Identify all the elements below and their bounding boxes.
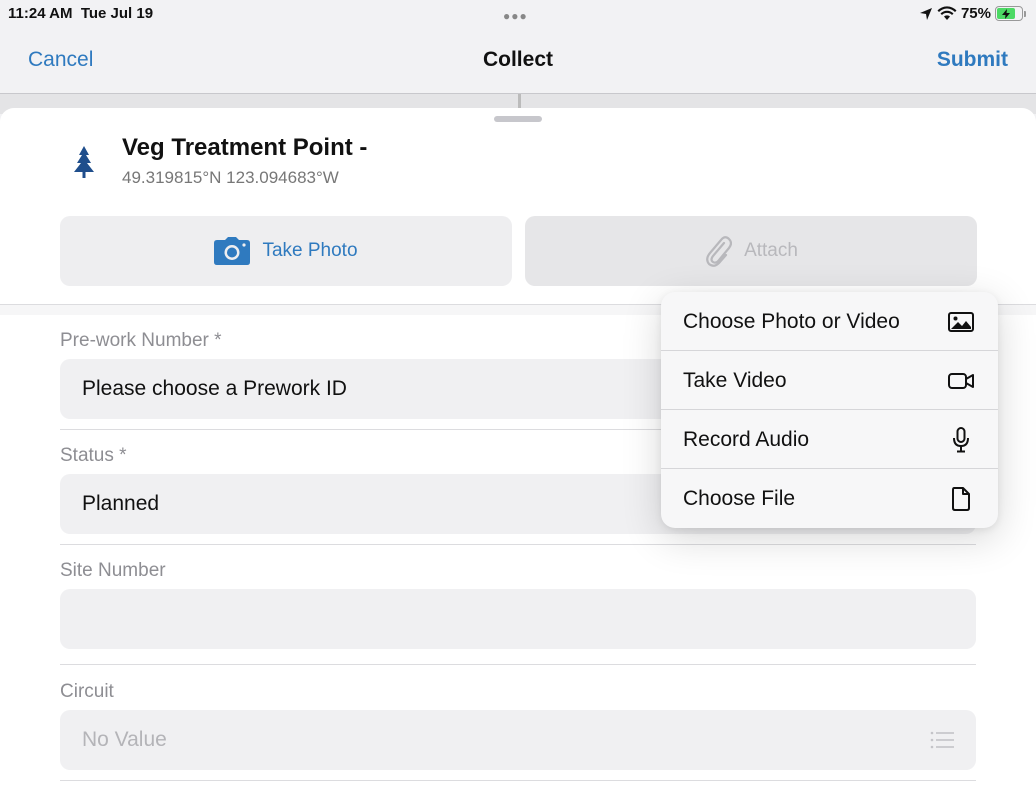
- status-time: 11:24 AM Tue Jul 19: [8, 5, 153, 22]
- take-photo-label: Take Photo: [262, 240, 358, 261]
- status-value: Planned: [82, 492, 160, 515]
- menu-item-take-video[interactable]: Take Video: [661, 351, 998, 410]
- multitasking-dots-icon[interactable]: ●●●: [503, 9, 528, 23]
- menu-item-record-audio[interactable]: Record Audio: [661, 410, 998, 469]
- battery-percent: 75%: [960, 5, 991, 22]
- take-photo-button[interactable]: Take Photo: [60, 216, 512, 286]
- location-arrow-icon: [919, 7, 932, 20]
- microphone-icon: [953, 427, 969, 453]
- status-date-text: Tue Jul 19: [80, 5, 154, 22]
- tree-icon: [74, 146, 94, 178]
- nav-title: Collect: [482, 48, 553, 71]
- battery-fill: [997, 8, 1015, 19]
- status-label: Status *: [60, 445, 127, 466]
- document-icon: [952, 487, 970, 511]
- navigation-bar: Collect Cancel Submit: [0, 30, 1036, 94]
- attach-button[interactable]: Attach: [525, 216, 977, 286]
- field-separator: [60, 664, 976, 665]
- field-separator: [60, 780, 976, 781]
- feature-title: Veg Treatment Point -: [122, 134, 368, 161]
- status-indicators: 75%: [919, 5, 1026, 22]
- menu-item-label: Choose Photo or Video: [683, 310, 900, 333]
- map-marker-stem: [518, 94, 521, 108]
- video-camera-icon: [948, 373, 974, 389]
- cancel-button[interactable]: Cancel: [28, 48, 93, 72]
- battery-icon: [995, 6, 1026, 21]
- prework-number-label: Pre-work Number *: [60, 330, 222, 351]
- sheet-grabber[interactable]: [494, 116, 542, 122]
- feature-coordinates: 49.319815°N 123.094683°W: [122, 168, 339, 187]
- menu-item-label: Record Audio: [683, 428, 810, 451]
- menu-item-label: Choose File: [683, 487, 796, 510]
- circuit-value: No Value: [82, 728, 167, 751]
- menu-item-label: Take Video: [683, 369, 787, 392]
- attach-label: Attach: [744, 240, 798, 261]
- paperclip-icon: [706, 236, 733, 267]
- prework-number-value: Please choose a Prework ID: [82, 377, 347, 400]
- field-separator: [60, 544, 976, 545]
- submit-button[interactable]: Submit: [937, 48, 1008, 72]
- status-bar: 11:24 AM Tue Jul 19 ●●● 75%: [0, 0, 1036, 30]
- camera-icon: [214, 237, 251, 265]
- status-time-text: 11:24 AM: [8, 5, 73, 22]
- list-icon[interactable]: [930, 730, 954, 750]
- attach-menu: Choose Photo or Video Take Video Record …: [661, 292, 998, 528]
- site-number-label: Site Number: [60, 560, 166, 581]
- circuit-label: Circuit: [60, 681, 114, 702]
- photo-icon: [948, 312, 974, 332]
- menu-item-choose-photo-or-video[interactable]: Choose Photo or Video: [661, 292, 998, 351]
- wifi-icon: [937, 6, 957, 20]
- circuit-field[interactable]: No Value: [60, 710, 976, 770]
- site-number-field[interactable]: [60, 589, 976, 649]
- menu-item-choose-file[interactable]: Choose File: [661, 469, 998, 528]
